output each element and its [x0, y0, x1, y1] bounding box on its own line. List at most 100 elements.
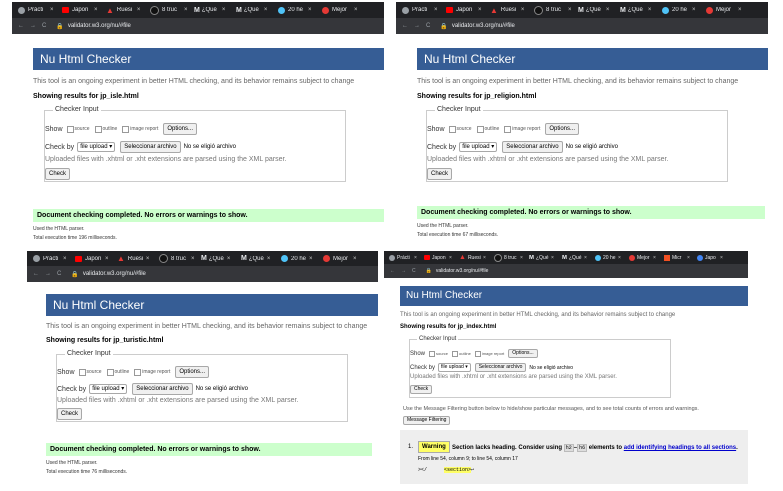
tab[interactable]: M ¿Qué × [574, 7, 616, 14]
forward-arrow-icon[interactable]: → [401, 268, 406, 274]
check-button[interactable]: Check [410, 385, 433, 394]
check-by-select[interactable]: file upload ▾ [438, 363, 471, 372]
check-by-select[interactable]: file upload ▾ [89, 384, 128, 394]
close-icon[interactable]: × [222, 7, 226, 13]
tab[interactable]: Japon × [58, 7, 102, 13]
tab[interactable]: ▲ Ruesi × [456, 254, 491, 261]
close-icon[interactable]: × [618, 255, 621, 261]
choose-file-button[interactable]: Seleccionar archivo [132, 383, 193, 395]
close-icon[interactable]: × [309, 256, 313, 262]
tab[interactable]: Prácti × [384, 254, 421, 261]
close-icon[interactable]: × [568, 7, 572, 13]
check-by-select[interactable]: file upload ▾ [77, 142, 116, 152]
close-icon[interactable]: × [687, 255, 690, 261]
close-icon[interactable]: × [434, 7, 438, 13]
close-icon[interactable]: × [94, 7, 98, 13]
tab[interactable]: Japon × [442, 7, 486, 13]
image-report-checkbox[interactable] [122, 125, 130, 133]
tab[interactable]: Prácti × [12, 6, 58, 14]
reload-icon[interactable]: C [412, 268, 416, 274]
options-button[interactable]: Options... [175, 366, 210, 378]
image-report-checkbox[interactable] [134, 368, 142, 376]
message-filtering-button[interactable]: Message Filtering [403, 416, 451, 425]
address-bar[interactable]: ← → C 🔒 validator.w3.org/nu/#file [27, 266, 378, 282]
close-icon[interactable]: × [50, 7, 54, 13]
close-icon[interactable]: × [264, 7, 268, 13]
url-text[interactable]: validator.w3.org/nu/#file [436, 268, 489, 274]
close-icon[interactable]: × [720, 255, 723, 261]
tab[interactable]: 20 he × [658, 6, 702, 14]
tab[interactable]: Mejor × [319, 255, 361, 262]
close-icon[interactable]: × [478, 7, 482, 13]
options-button[interactable]: Options... [545, 123, 580, 135]
tab[interactable]: M ¿Qué × [190, 7, 232, 14]
back-arrow-icon[interactable]: ← [33, 271, 39, 277]
close-icon[interactable]: × [449, 255, 452, 261]
outline-checkbox[interactable] [106, 368, 114, 376]
close-icon[interactable]: × [63, 256, 67, 262]
outline-checkbox[interactable] [452, 350, 459, 357]
close-icon[interactable]: × [146, 256, 150, 262]
tab[interactable]: 8 truc × [530, 5, 574, 15]
options-button[interactable]: Options... [508, 349, 538, 358]
close-icon[interactable]: × [483, 255, 486, 261]
source-checkbox[interactable] [429, 350, 436, 357]
tab[interactable]: M ¿Qué × [237, 255, 277, 262]
image-report-checkbox[interactable] [504, 125, 512, 133]
tab[interactable]: 8 truc × [146, 5, 190, 15]
url-text[interactable]: validator.w3.org/nu/#file [83, 271, 146, 277]
tab[interactable]: 8 truc × [155, 254, 197, 263]
close-icon[interactable]: × [692, 7, 696, 13]
tab[interactable]: M ¿Qué × [559, 255, 592, 261]
image-report-checkbox[interactable] [474, 350, 481, 357]
tab[interactable]: Mejor × [626, 254, 661, 261]
close-icon[interactable]: × [191, 256, 195, 262]
close-icon[interactable]: × [105, 256, 109, 262]
reload-icon[interactable]: C [426, 23, 430, 29]
forward-arrow-icon[interactable]: → [45, 271, 51, 277]
check-button[interactable]: Check [45, 168, 71, 180]
back-arrow-icon[interactable]: ← [390, 268, 395, 274]
tab[interactable]: Mejor × [318, 6, 362, 14]
reload-icon[interactable]: C [57, 271, 61, 277]
close-icon[interactable]: × [227, 256, 231, 262]
options-button[interactable]: Options... [163, 123, 198, 135]
address-bar[interactable]: ← → C 🔒 validator.w3.org/nu/#file [384, 264, 748, 278]
tab[interactable]: M ¿Qué × [232, 7, 274, 14]
close-icon[interactable]: × [267, 256, 271, 262]
source-checkbox[interactable] [66, 125, 74, 133]
close-icon[interactable]: × [414, 255, 417, 261]
close-icon[interactable]: × [137, 7, 141, 13]
tab[interactable]: ▲ Ruesi × [486, 6, 530, 15]
tab[interactable]: M ¿Qué × [526, 255, 559, 261]
tab[interactable]: ▲ Ruesi × [113, 254, 155, 263]
back-arrow-icon[interactable]: ← [402, 23, 408, 29]
tab[interactable]: Japon × [421, 255, 456, 261]
tab[interactable]: 20 he × [274, 6, 318, 14]
close-icon[interactable]: × [184, 7, 188, 13]
reload-icon[interactable]: C [42, 23, 46, 29]
tab[interactable]: M ¿Qué × [616, 7, 658, 14]
source-checkbox[interactable] [78, 368, 86, 376]
choose-file-button[interactable]: Seleccionar archivo [502, 141, 563, 153]
close-icon[interactable]: × [606, 7, 610, 13]
url-text[interactable]: validator.w3.org/nu/#file [452, 23, 515, 29]
source-checkbox[interactable] [448, 125, 456, 133]
tab[interactable]: Mejor × [702, 6, 746, 14]
close-icon[interactable]: × [738, 7, 742, 13]
address-bar[interactable]: ← → C 🔒 validator.w3.org/nu/#file [12, 18, 384, 34]
check-button[interactable]: Check [427, 168, 453, 180]
close-icon[interactable]: × [308, 7, 312, 13]
outline-checkbox[interactable] [476, 125, 484, 133]
back-arrow-icon[interactable]: ← [18, 23, 24, 29]
check-button[interactable]: Check [57, 408, 83, 420]
address-bar[interactable]: ← → C 🔒 validator.w3.org/nu/#file [396, 18, 768, 34]
check-by-select[interactable]: file upload ▾ [459, 142, 498, 152]
tab[interactable]: Japon × [71, 255, 113, 262]
tab[interactable]: Prácti × [27, 255, 71, 262]
tab[interactable]: 20 he × [277, 255, 319, 262]
close-icon[interactable]: × [353, 256, 357, 262]
close-icon[interactable]: × [653, 255, 656, 261]
tab[interactable]: Prácti × [396, 6, 442, 14]
tab[interactable]: 8 truc × [491, 253, 526, 262]
